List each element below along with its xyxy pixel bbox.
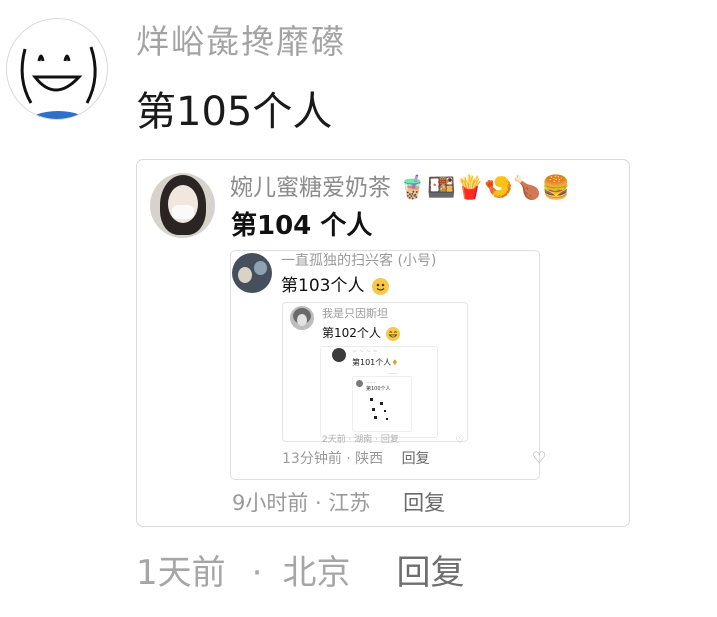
quoted-reply-button[interactable]: 回复: [403, 491, 445, 515]
comment-location: 北京: [282, 553, 351, 593]
meta-separator: ·: [251, 553, 263, 593]
quoted-comment-text: 第104 个人: [231, 211, 373, 241]
reply-button[interactable]: 回复: [396, 553, 464, 593]
tiny-content-dot: [384, 410, 386, 412]
nested-meta-level3: 2天前 · 湖南 · 回复: [322, 435, 399, 445]
nested-user-avatar-level4: [332, 348, 346, 362]
tiny-content-dot: [370, 398, 373, 401]
nested-user-avatar-level3[interactable]: [290, 306, 314, 330]
like-icon[interactable]: ♡: [532, 449, 546, 467]
tiny-content-dot: [386, 418, 388, 420]
tiny-content-dot: [380, 402, 383, 405]
nested-comment-text-level5: 第100个人: [366, 386, 391, 392]
user-avatar[interactable]: [6, 18, 108, 120]
grin-emoji-icon: [385, 326, 400, 341]
nested-username-level4: ~ ~ ~ ~: [352, 348, 378, 355]
quoted-username[interactable]: 婉儿蜜糖爱奶茶 🧋🍱🍟🍤🍗🍔: [230, 172, 570, 204]
nested-comment-text-level3: 第102个人: [322, 324, 400, 342]
nested-comment-text: 第103个人: [281, 274, 389, 298]
quoted-user-avatar[interactable]: [150, 173, 215, 238]
smile-face-icon: [20, 46, 97, 104]
comment-text: 第105个人: [136, 89, 333, 135]
tiny-content-dot: [372, 408, 375, 411]
nested-reply-button[interactable]: 回复: [402, 451, 430, 467]
nested-username-level3[interactable]: 我是只因斯坦: [322, 306, 388, 322]
food-emoji-icons: 🧋🍱🍟🍤🍗🍔: [398, 175, 571, 201]
nested-username[interactable]: 一直孤独的扫兴客 (小号): [281, 251, 436, 271]
nested-comment-meta: 13分钟前 · 陕西 回复: [282, 451, 430, 467]
tiny-content-dot: [374, 416, 377, 419]
username[interactable]: 烊峪彘搀靡礤: [136, 20, 346, 64]
heart-icon[interactable]: ♡: [455, 436, 464, 446]
smile-emoji-icon: [371, 277, 389, 295]
quoted-username-text: 婉儿蜜糖爱奶茶: [230, 175, 391, 201]
comment-time: 1天前: [136, 553, 226, 593]
quoted-comment-meta: 9小时前 · 江苏 回复: [232, 491, 446, 515]
comment-meta: 1天前 · 北京 回复: [136, 550, 464, 596]
nested-user-avatar-level5: [356, 380, 363, 387]
nested-comment-text-level4: 第101个人♦: [352, 358, 399, 367]
nested-user-avatar[interactable]: [232, 253, 272, 293]
